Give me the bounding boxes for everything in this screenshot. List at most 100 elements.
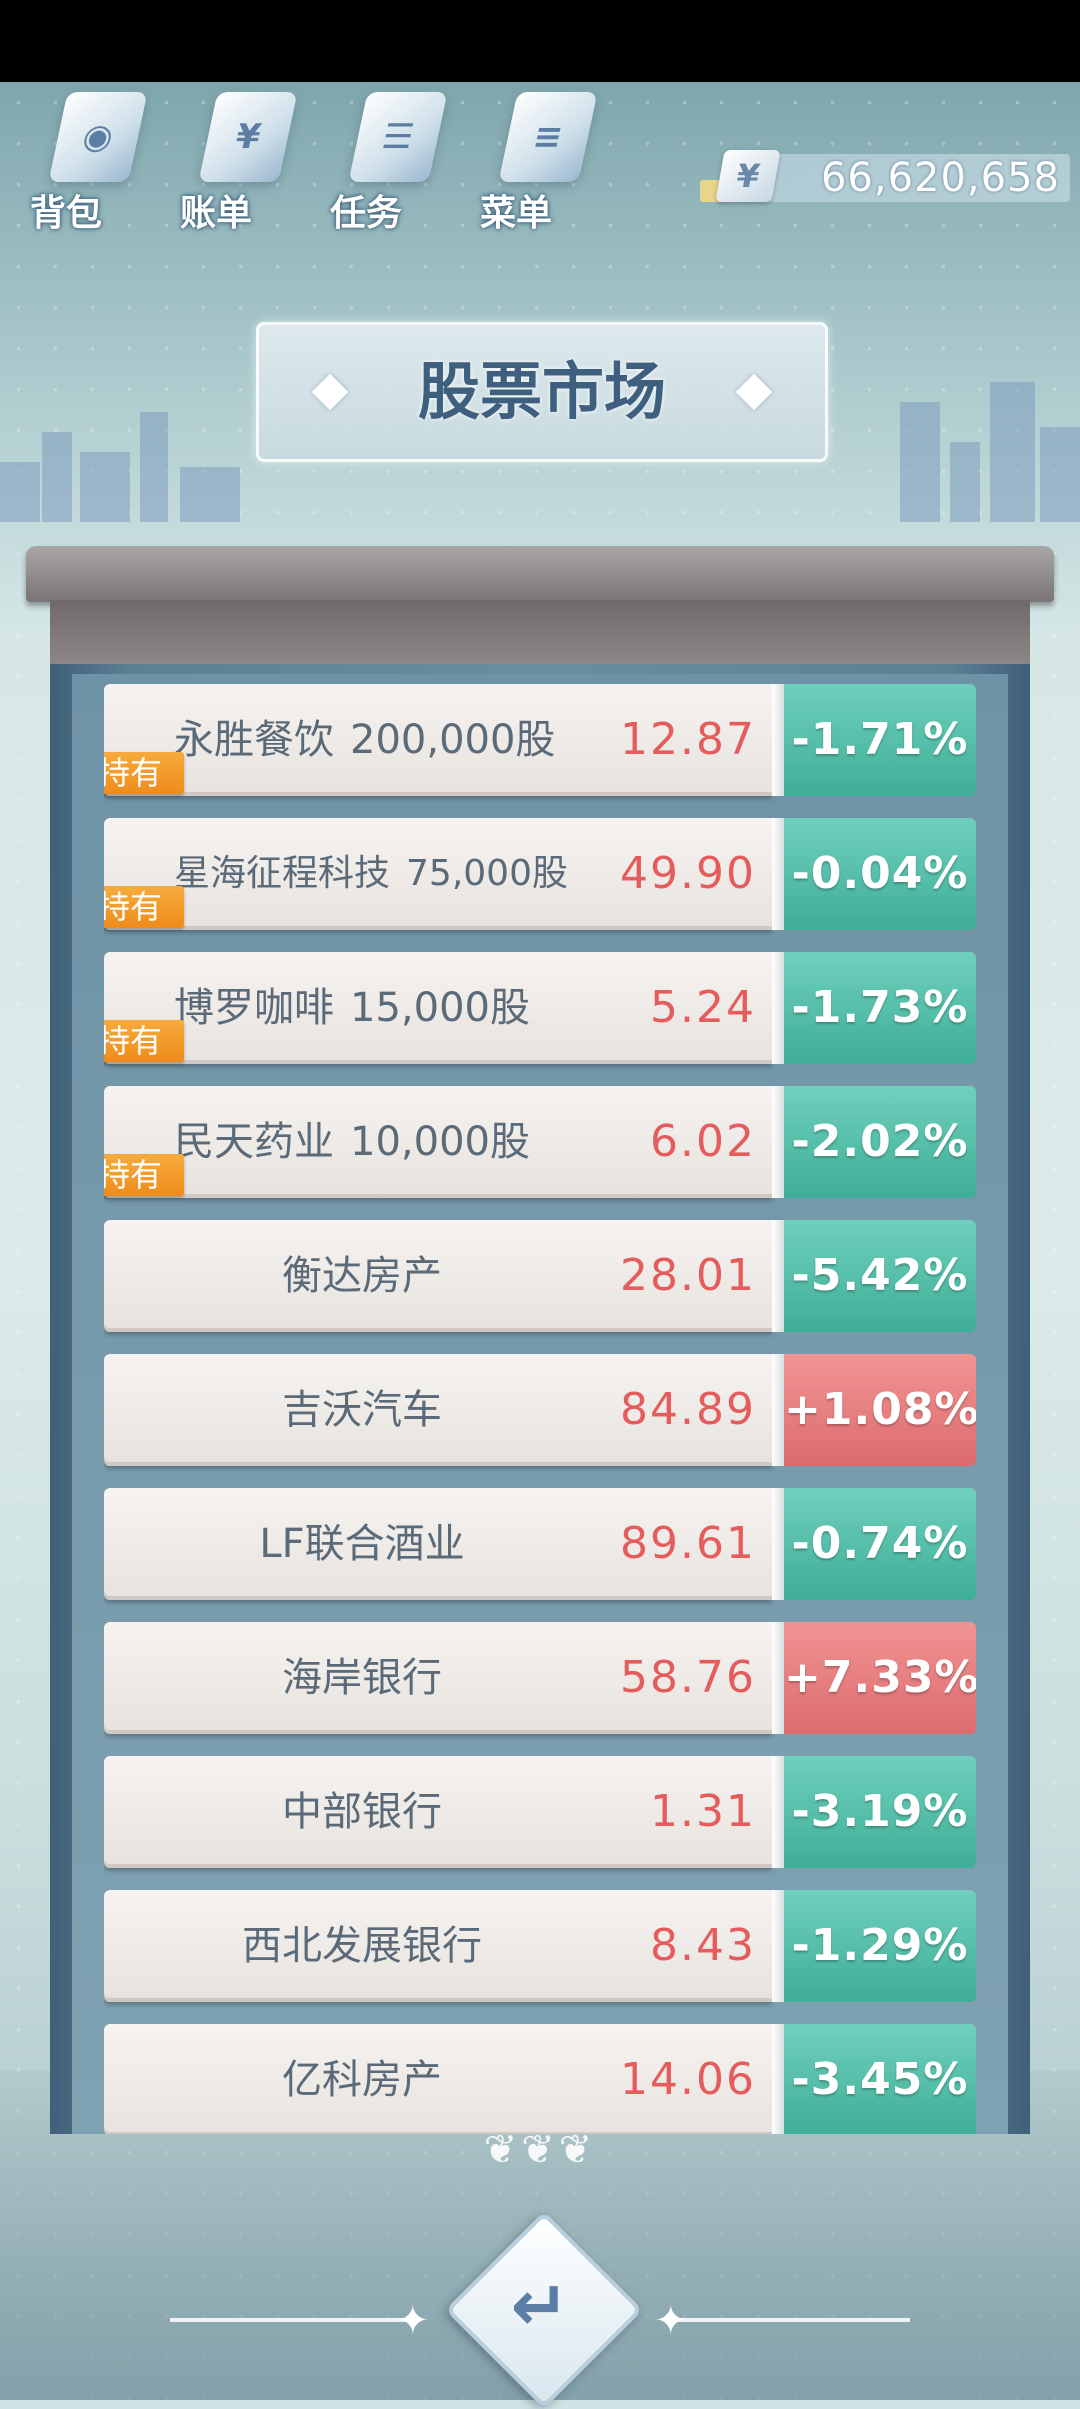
stock-row-body[interactable]: 吉沃汽车 84.89 xyxy=(104,1354,772,1466)
stock-row[interactable]: 星海征程科技 75,000股 49.90 -0.04% 持有 xyxy=(104,818,976,930)
stock-row[interactable]: 民天药业 10,000股 6.02 -2.02% 持有 xyxy=(104,1086,976,1198)
stock-row[interactable]: 博罗咖啡 15,000股 5.24 -1.73% 持有 xyxy=(104,952,976,1064)
stock-shares: 200,000股 xyxy=(350,717,556,763)
yen-icon: ¥ xyxy=(715,150,781,202)
held-badge: 持有 xyxy=(104,886,184,928)
stock-price: 28.01 xyxy=(620,1250,756,1301)
held-badge: 持有 xyxy=(104,1154,184,1196)
stock-name: 亿科房产 xyxy=(104,2024,620,2134)
row-separator xyxy=(772,684,784,796)
stock-shares: 10,000股 xyxy=(350,1119,530,1165)
stock-shares: 15,000股 xyxy=(350,985,530,1031)
stock-row[interactable]: 中部银行 1.31 -3.19% xyxy=(104,1756,976,1868)
row-separator xyxy=(772,1890,784,2002)
stock-change: -0.74% xyxy=(784,1488,976,1600)
nav-label: 任务 xyxy=(330,193,403,234)
divider xyxy=(670,2318,910,2322)
nav-menu[interactable]: ≡ 菜单 xyxy=(480,92,600,234)
divider xyxy=(170,2318,410,2322)
stock-name-text: 西北发展银行 xyxy=(242,1923,482,1969)
stock-change: -2.02% xyxy=(784,1086,976,1198)
stock-row[interactable]: 衡达房产 28.01 -5.42% xyxy=(104,1220,976,1332)
stock-row[interactable]: 海岸银行 58.76 +7.33% xyxy=(104,1622,976,1734)
row-separator xyxy=(772,2024,784,2134)
stock-row[interactable]: 西北发展银行 8.43 -1.29% xyxy=(104,1890,976,2002)
stock-change: -3.19% xyxy=(784,1756,976,1868)
wallet-amount: 66,620,658 xyxy=(820,155,1060,201)
stock-row-body[interactable]: 民天药业 10,000股 6.02 xyxy=(104,1086,772,1198)
title-plate: 股票市场 xyxy=(256,322,828,462)
stock-name-text: 吉沃汽车 xyxy=(282,1387,442,1433)
stock-row[interactable]: LF联合酒业 89.61 -0.74% xyxy=(104,1488,976,1600)
row-separator xyxy=(772,1354,784,1466)
nav-label: 账单 xyxy=(180,193,253,234)
stock-row[interactable]: 永胜餐饮 200,000股 12.87 -1.71% 持有 xyxy=(104,684,976,796)
stock-list[interactable]: 永胜餐饮 200,000股 12.87 -1.71% 持有 星海征程科技 75,000股 49… xyxy=(104,684,976,2134)
stock-name: 衡达房产 xyxy=(104,1220,620,1332)
stock-change: -0.04% xyxy=(784,818,976,930)
stock-name: LF联合酒业 xyxy=(104,1488,620,1600)
row-separator xyxy=(772,1220,784,1332)
stock-shares: 75,000股 xyxy=(406,853,568,894)
nav-backpack[interactable]: ◉ 背包 xyxy=(30,92,150,234)
backpack-icon: ◉ xyxy=(48,92,148,182)
stock-price: 5.24 xyxy=(650,982,756,1033)
stock-price: 58.76 xyxy=(620,1652,756,1703)
stock-row-body[interactable]: LF联合酒业 89.61 xyxy=(104,1488,772,1600)
stock-row-body[interactable]: 海岸银行 58.76 xyxy=(104,1622,772,1734)
stock-row-body[interactable]: 永胜餐饮 200,000股 12.87 xyxy=(104,684,772,796)
status-bar xyxy=(0,0,1080,82)
stock-name-text: 永胜餐饮 xyxy=(174,717,334,763)
stock-change: -1.71% xyxy=(784,684,976,796)
stock-price: 14.06 xyxy=(620,2054,756,2105)
ornament-icon: ❦❦❦ xyxy=(483,2127,597,2173)
stock-row-body[interactable]: 亿科房产 14.06 xyxy=(104,2024,772,2134)
nav-label: 背包 xyxy=(30,193,103,234)
stock-row-body[interactable]: 中部银行 1.31 xyxy=(104,1756,772,1868)
stock-name-text: LF联合酒业 xyxy=(259,1521,465,1567)
sparkle-icon: ✦ xyxy=(396,2298,430,2344)
stock-change: -5.42% xyxy=(784,1220,976,1332)
held-badge: 持有 xyxy=(104,1020,184,1062)
stock-name-text: 民天药业 xyxy=(174,1119,334,1165)
nav-label: 菜单 xyxy=(480,193,553,234)
row-separator xyxy=(772,1488,784,1600)
stock-name-text: 亿科房产 xyxy=(282,2057,442,2103)
stock-price: 89.61 xyxy=(620,1518,756,1569)
stock-row-body[interactable]: 博罗咖啡 15,000股 5.24 xyxy=(104,952,772,1064)
stock-change: +7.33% xyxy=(784,1622,976,1734)
nav-task[interactable]: ☰ 任务 xyxy=(330,92,450,234)
stock-name: 中部银行 xyxy=(104,1756,620,1868)
stock-change: -1.29% xyxy=(784,1890,976,2002)
row-separator xyxy=(772,818,784,930)
stock-change: -1.73% xyxy=(784,952,976,1064)
stock-row-body[interactable]: 西北发展银行 8.43 xyxy=(104,1890,772,2002)
stock-name: 海岸银行 xyxy=(104,1622,620,1734)
back-arrow-icon[interactable]: ↵ xyxy=(474,2240,606,2372)
stock-row-body[interactable]: 星海征程科技 75,000股 49.90 xyxy=(104,818,772,930)
stock-change: -3.45% xyxy=(784,2024,976,2134)
stock-price: 84.89 xyxy=(620,1384,756,1435)
stock-price: 6.02 xyxy=(650,1116,756,1167)
stock-name: 西北发展银行 xyxy=(104,1890,620,2002)
sparkle-icon: ✦ xyxy=(654,2298,688,2344)
board-header xyxy=(26,546,1054,602)
stock-price: 1.31 xyxy=(650,1786,756,1837)
stock-row[interactable]: 亿科房产 14.06 -3.45% xyxy=(104,2024,976,2134)
stock-row-body[interactable]: 衡达房产 28.01 xyxy=(104,1220,772,1332)
menu-icon: ≡ xyxy=(498,92,598,182)
stock-name-text: 海岸银行 xyxy=(282,1655,442,1701)
bill-icon: ¥ xyxy=(198,92,298,182)
task-icon: ☰ xyxy=(348,92,448,182)
stock-change: +1.08% xyxy=(784,1354,976,1466)
stock-row[interactable]: 吉沃汽车 84.89 +1.08% xyxy=(104,1354,976,1466)
wallet: ¥ 66,620,658 xyxy=(700,150,1070,206)
stock-name-text: 衡达房产 xyxy=(282,1253,442,1299)
row-separator xyxy=(772,1086,784,1198)
stock-price: 8.43 xyxy=(650,1920,756,1971)
held-badge: 持有 xyxy=(104,752,184,794)
stock-price: 49.90 xyxy=(620,848,756,899)
stock-name-text: 博罗咖啡 xyxy=(174,985,334,1031)
nav-bill[interactable]: ¥ 账单 xyxy=(180,92,300,234)
stock-name-text: 中部银行 xyxy=(282,1789,442,1835)
